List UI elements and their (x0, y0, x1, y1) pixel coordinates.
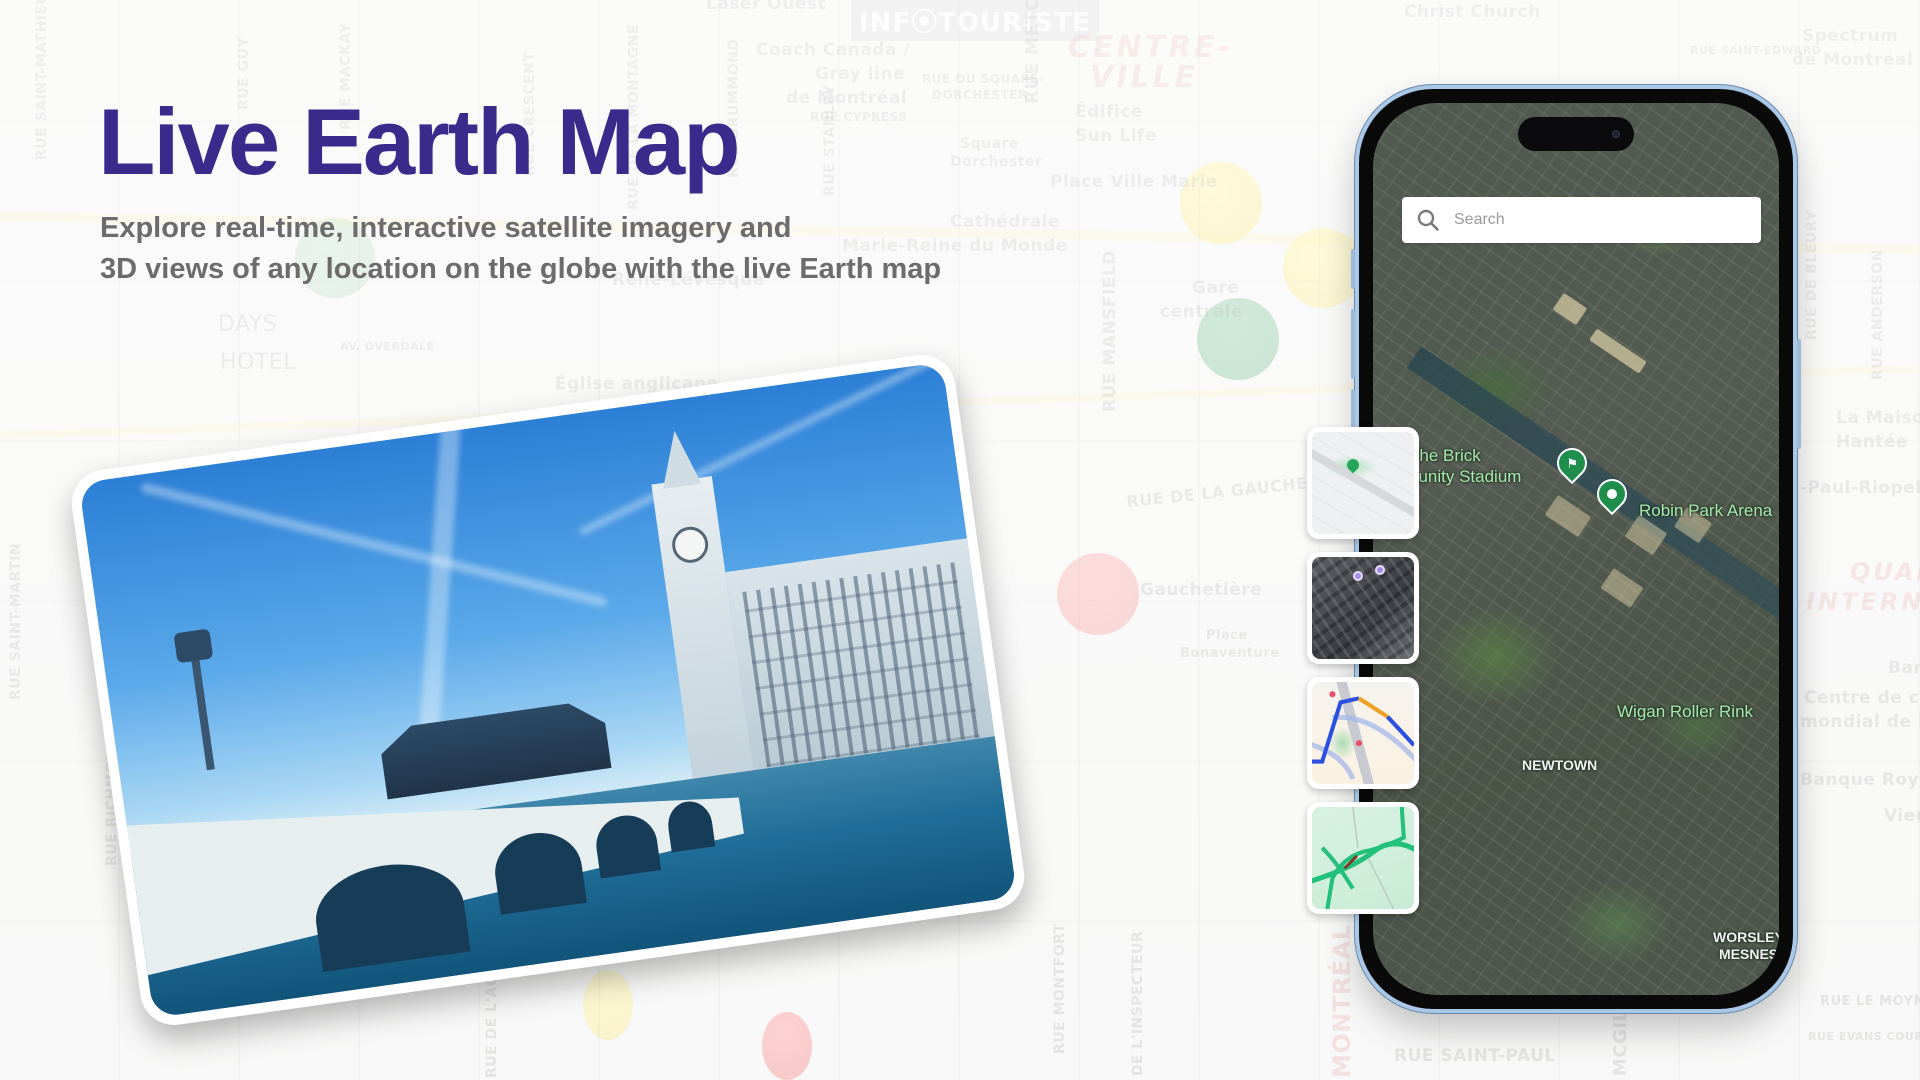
portcullis-house (378, 699, 612, 800)
traffic-map-preview (1312, 682, 1414, 784)
map-building (1552, 293, 1587, 326)
search-icon (1417, 209, 1439, 231)
search-input[interactable] (1454, 211, 1730, 229)
poi-dot-icon (1375, 565, 1386, 576)
street-lamp (190, 651, 216, 771)
front-camera (1612, 130, 1620, 138)
sky-contrail (139, 482, 608, 608)
phone-power-button (1797, 339, 1801, 449)
dynamic-island (1518, 117, 1634, 151)
map-search-bar[interactable] (1402, 197, 1761, 243)
map-area-label: MESNES (1719, 946, 1779, 962)
map-type-terrain-button[interactable] (1307, 802, 1419, 914)
traffic-route-lines (1312, 691, 1414, 780)
terrain-map-preview (1312, 807, 1414, 909)
satellite-map-view[interactable]: The Brick nunity Stadium ⚑ Robin Park Ar… (1373, 103, 1779, 995)
map-type-default-button[interactable] (1307, 427, 1419, 539)
satellite-map-preview (1312, 557, 1414, 659)
map-poi-label[interactable]: The Brick (1409, 446, 1481, 466)
map-building (1589, 328, 1647, 374)
map-poi-label[interactable]: Wigan Roller Rink (1617, 702, 1753, 722)
page-title: Live Earth Map (98, 89, 741, 194)
poi-dot-icon (1352, 571, 1363, 582)
map-type-traffic-button[interactable] (1307, 677, 1419, 789)
westminster-photo (78, 361, 1018, 1019)
terrain-road-lines (1312, 807, 1414, 909)
map-poi-label[interactable]: nunity Stadium (1409, 467, 1521, 487)
map-poi-label[interactable]: Robin Park Arena (1639, 501, 1772, 521)
subtitle-line-1: Explore real-time, interactive satellite… (100, 212, 792, 244)
default-map-preview (1312, 432, 1414, 534)
map-type-satellite-button[interactable] (1307, 552, 1419, 664)
map-building (1544, 495, 1591, 538)
phone-mockup: The Brick nunity Stadium ⚑ Robin Park Ar… (1351, 85, 1801, 1013)
map-area-label: WORSLEY (1713, 929, 1779, 945)
phone-volume-up-button (1351, 309, 1355, 379)
page-subtitle: Explore real-time, interactive satellite… (100, 208, 1020, 290)
phone-action-button (1351, 249, 1355, 289)
subtitle-line-2: 3D views of any location on the globe wi… (100, 253, 942, 285)
park-pin-icon (1344, 456, 1362, 474)
map-building (1600, 567, 1645, 608)
big-ben-clock (657, 519, 723, 570)
map-area-label: NEWTOWN (1522, 757, 1598, 773)
